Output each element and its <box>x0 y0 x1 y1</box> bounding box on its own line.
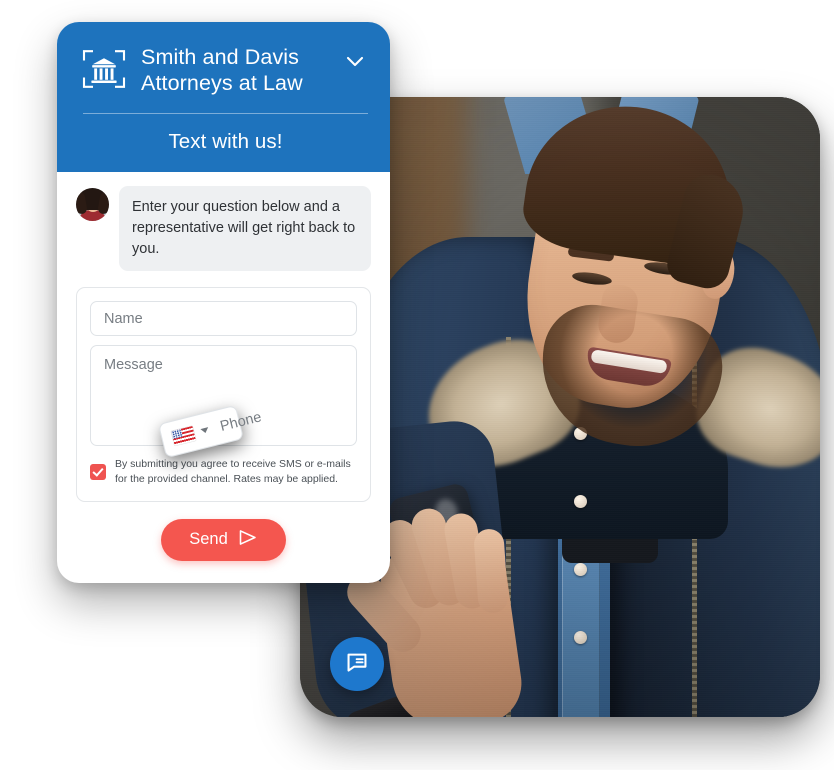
name-input-placeholder: Name <box>104 310 143 327</box>
chat-widget-body: Enter your question below and a represen… <box>57 172 390 582</box>
chat-bubble-icon <box>344 649 370 680</box>
send-paper-plane-icon <box>237 527 258 553</box>
chat-widget-header: Smith and Davis Attorneys at Law Text wi… <box>57 22 390 173</box>
consent-text: By submitting you agree to receive SMS o… <box>115 458 351 486</box>
send-button-row: Send <box>76 502 371 561</box>
chat-launcher-button[interactable] <box>330 637 384 691</box>
contact-form: Name Phone Message By submitting you agr… <box>76 287 371 502</box>
agent-message-row: Enter your question below and a represen… <box>76 186 371 272</box>
brand-title: Smith and Davis Attorneys at Law <box>141 44 326 96</box>
name-input[interactable]: Name <box>90 301 357 337</box>
agent-avatar <box>76 188 109 222</box>
brand-row: Smith and Davis Attorneys at Law <box>81 44 370 96</box>
send-button-label: Send <box>189 530 228 549</box>
caret-down-icon[interactable] <box>200 427 210 434</box>
brand-title-line-1: Smith and Davis <box>141 45 300 69</box>
send-button[interactable]: Send <box>161 518 286 561</box>
chat-tagline: Text with us! <box>168 130 283 154</box>
chevron-down-icon[interactable] <box>340 46 370 76</box>
message-input-placeholder: Message <box>104 357 163 374</box>
consent-row: By submitting you agree to receive SMS o… <box>90 457 357 487</box>
consent-checkbox[interactable] <box>90 464 106 481</box>
chat-widget: Smith and Davis Attorneys at Law Text wi… <box>57 22 390 583</box>
brand-title-line-2: Attorneys at Law <box>141 71 303 96</box>
courthouse-column-icon <box>81 47 127 93</box>
us-flag-icon[interactable] <box>171 425 197 446</box>
agent-message-bubble: Enter your question below and a represen… <box>119 186 371 272</box>
